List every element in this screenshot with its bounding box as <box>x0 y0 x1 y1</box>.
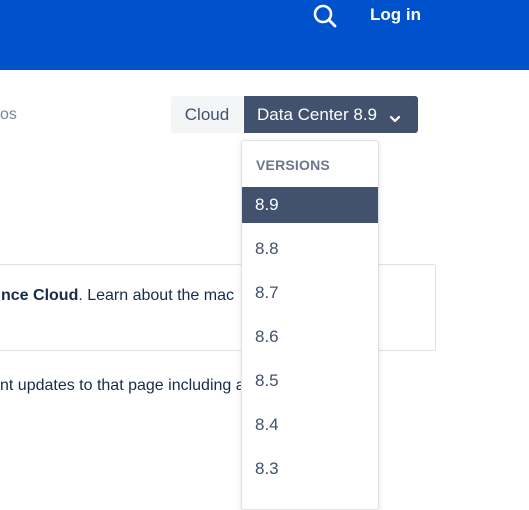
search-icon[interactable] <box>312 3 338 29</box>
login-link[interactable]: Log in <box>370 5 421 25</box>
chevron-down-icon <box>389 109 401 123</box>
version-item-8-7[interactable]: 8.7 <box>242 275 378 311</box>
version-item-8-8[interactable]: 8.8 <box>242 231 378 267</box>
notice-text: nce Cloud. Learn about the mac <box>1 287 234 305</box>
cloud-version-label: Cloud <box>184 104 230 124</box>
versions-dropdown: VERSIONS 8.9 8.8 8.7 8.6 8.5 8.4 8.3 <box>241 140 379 510</box>
notice-link-text: . Learn about the mac <box>78 287 234 304</box>
version-item-8-9[interactable]: 8.9 <box>242 187 378 223</box>
datacenter-version-button[interactable]: Data Center 8.9 <box>244 96 418 133</box>
datacenter-version-label: Data Center 8.9 <box>257 104 378 124</box>
version-item-8-5[interactable]: 8.5 <box>242 363 378 399</box>
notice-bold-text: nce Cloud <box>1 287 79 304</box>
breadcrumb-fragment[interactable]: os <box>0 106 17 124</box>
version-item-8-3[interactable]: 8.3 <box>242 451 378 487</box>
version-item-8-4[interactable]: 8.4 <box>242 407 378 443</box>
version-item-8-6[interactable]: 8.6 <box>242 319 378 355</box>
cloud-version-button[interactable]: Cloud <box>171 96 243 133</box>
versions-header: VERSIONS <box>256 157 330 173</box>
top-navigation-bar: Log in <box>0 0 529 70</box>
